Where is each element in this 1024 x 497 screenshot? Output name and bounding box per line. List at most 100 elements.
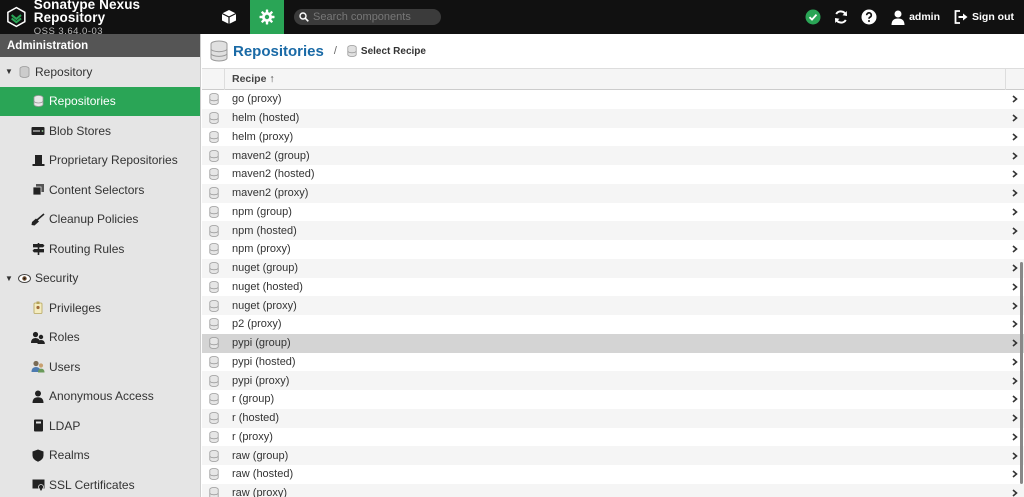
table-row[interactable]: raw (hosted) — [202, 465, 1024, 484]
chevron-right-icon[interactable] — [1006, 208, 1024, 216]
breadcrumb: Repositories / Select Recipe — [202, 34, 1024, 69]
sidebar-item-ldap[interactable]: LDAP — [0, 411, 200, 441]
recipe-list: go (proxy) helm (hosted) helm (proxy) maven… — [202, 90, 1024, 497]
broom-icon — [31, 212, 45, 226]
table-row[interactable]: nuget (hosted) — [202, 278, 1024, 297]
refresh-icon — [835, 10, 848, 24]
table-row[interactable]: maven2 (proxy) — [202, 183, 1024, 203]
chevron-right-icon[interactable] — [1006, 95, 1024, 103]
sidebar-item-ssl-certificates[interactable]: SSL Certificates — [0, 470, 200, 497]
table-row[interactable]: go (proxy) — [202, 90, 1024, 109]
page-title[interactable]: Repositories — [233, 43, 324, 60]
table-row[interactable]: raw (group) — [202, 446, 1024, 465]
table-row[interactable]: helm (proxy) — [202, 128, 1024, 147]
search-input[interactable] — [313, 11, 438, 23]
refresh-button[interactable] — [827, 0, 855, 34]
sidebar-item-privileges[interactable]: Privileges — [0, 293, 200, 323]
breadcrumb-current: Select Recipe — [360, 45, 426, 57]
sidebar-item-proprietary-repositories[interactable]: Proprietary Repositories — [0, 146, 200, 176]
sign-out-label: Sign out — [972, 11, 1014, 23]
sidebar-group-security[interactable]: ▼ Security — [0, 264, 200, 294]
certificate-icon — [31, 478, 45, 492]
chevron-right-icon[interactable] — [1006, 133, 1024, 141]
column-header-recipe[interactable]: Recipe ↑ — [225, 68, 1006, 90]
help-icon — [861, 9, 877, 25]
sidebar-item-realms[interactable]: Realms — [0, 441, 200, 471]
database-icon — [202, 93, 225, 106]
sign-out-button[interactable]: Sign out — [954, 10, 1014, 24]
user-name: admin — [909, 11, 940, 23]
sidebar-group-repository[interactable]: ▼ Repository — [0, 57, 200, 87]
sidebar-item-label: Content Selectors — [49, 182, 145, 197]
administration-button[interactable] — [250, 0, 284, 34]
check-circle-icon — [805, 9, 821, 25]
sidebar-item-roles[interactable]: Roles — [0, 323, 200, 353]
brand[interactable]: Sonatype Nexus Repository OSS 3.64.0-03 — [0, 0, 205, 36]
recipe-name: maven2 (hosted) — [232, 168, 315, 181]
sign-out-icon — [954, 10, 968, 24]
recipe-name: r (group) — [232, 393, 275, 406]
recipe-name: r (proxy) — [232, 430, 273, 443]
table-row[interactable]: pypi (hosted) — [202, 353, 1024, 372]
scrollbar-thumb[interactable] — [1020, 262, 1023, 484]
table-row[interactable]: r (proxy) — [202, 428, 1024, 447]
table-row[interactable]: nuget (group) — [202, 258, 1024, 278]
table-row[interactable]: npm (group) — [202, 203, 1024, 222]
cube-icon — [221, 10, 237, 24]
table-row[interactable]: nuget (proxy) — [202, 296, 1024, 315]
table-row[interactable]: helm (hosted) — [202, 108, 1024, 128]
search-box[interactable] — [294, 9, 441, 25]
chevron-right-icon[interactable] — [1006, 114, 1024, 122]
user-menu[interactable]: admin — [891, 10, 940, 25]
sidebar-item-routing-rules[interactable]: Routing Rules — [0, 234, 200, 264]
status-button[interactable] — [799, 0, 827, 34]
recipe-name: maven2 (proxy) — [232, 187, 309, 200]
chevron-right-icon[interactable] — [1006, 170, 1024, 178]
help-button[interactable] — [855, 0, 883, 34]
chevron-right-icon[interactable] — [1006, 152, 1024, 160]
sidebar-item-label: Privileges — [49, 300, 102, 315]
table-row[interactable]: r (hosted) — [202, 408, 1024, 428]
main-panel: Repositories / Select Recipe Recipe ↑ go… — [202, 34, 1024, 497]
table-row[interactable]: npm (hosted) — [202, 221, 1024, 240]
table-row[interactable]: pypi (group) — [202, 333, 1024, 353]
sidebar-item-anonymous-access[interactable]: Anonymous Access — [0, 382, 200, 412]
sidebar-item-label: Users — [49, 359, 81, 374]
recipe-name: pypi (proxy) — [232, 374, 290, 387]
table-row[interactable]: r (group) — [202, 390, 1024, 409]
database-icon — [202, 224, 225, 237]
chevron-right-icon[interactable] — [1006, 189, 1024, 197]
database-icon — [202, 449, 225, 462]
chevron-right-icon[interactable] — [1006, 227, 1024, 235]
recipe-name: npm (group) — [232, 205, 292, 218]
table-row[interactable]: pypi (proxy) — [202, 371, 1024, 390]
database-icon — [31, 94, 45, 108]
chevron-right-icon[interactable] — [1006, 245, 1024, 253]
caret-down-icon[interactable]: ▼ — [5, 67, 13, 76]
sidebar-item-users[interactable]: Users — [0, 352, 200, 382]
sidebar-item-cleanup-policies[interactable]: Cleanup Policies — [0, 205, 200, 235]
browse-button[interactable] — [212, 0, 246, 34]
chevron-right-icon[interactable] — [1006, 489, 1024, 497]
user-icon — [31, 389, 45, 403]
database-icon — [202, 168, 225, 181]
column-icon-header — [202, 68, 225, 90]
layers-icon — [31, 183, 45, 197]
sidebar-item-repositories[interactable]: Repositories — [0, 86, 200, 116]
database-icon — [202, 393, 225, 406]
sidebar-item-blob-stores[interactable]: Blob Stores — [0, 116, 200, 146]
server-icon — [31, 124, 45, 138]
badge-icon — [31, 301, 45, 315]
recipe-name: maven2 (group) — [232, 149, 310, 162]
sidebar-item-content-selectors[interactable]: Content Selectors — [0, 175, 200, 205]
database-icon — [202, 205, 225, 218]
sidebar-item-label: Proprietary Repositories — [49, 153, 178, 168]
caret-down-icon[interactable]: ▼ — [5, 274, 13, 283]
table-row[interactable]: p2 (proxy) — [202, 315, 1024, 334]
table-row[interactable]: npm (proxy) — [202, 240, 1024, 259]
table-row[interactable]: raw (proxy) — [202, 483, 1024, 497]
table-row[interactable]: maven2 (group) — [202, 146, 1024, 165]
sidebar-group-label: Security — [35, 271, 79, 286]
table-row[interactable]: maven2 (hosted) — [202, 165, 1024, 184]
sidebar-item-label: Anonymous Access — [49, 389, 154, 404]
